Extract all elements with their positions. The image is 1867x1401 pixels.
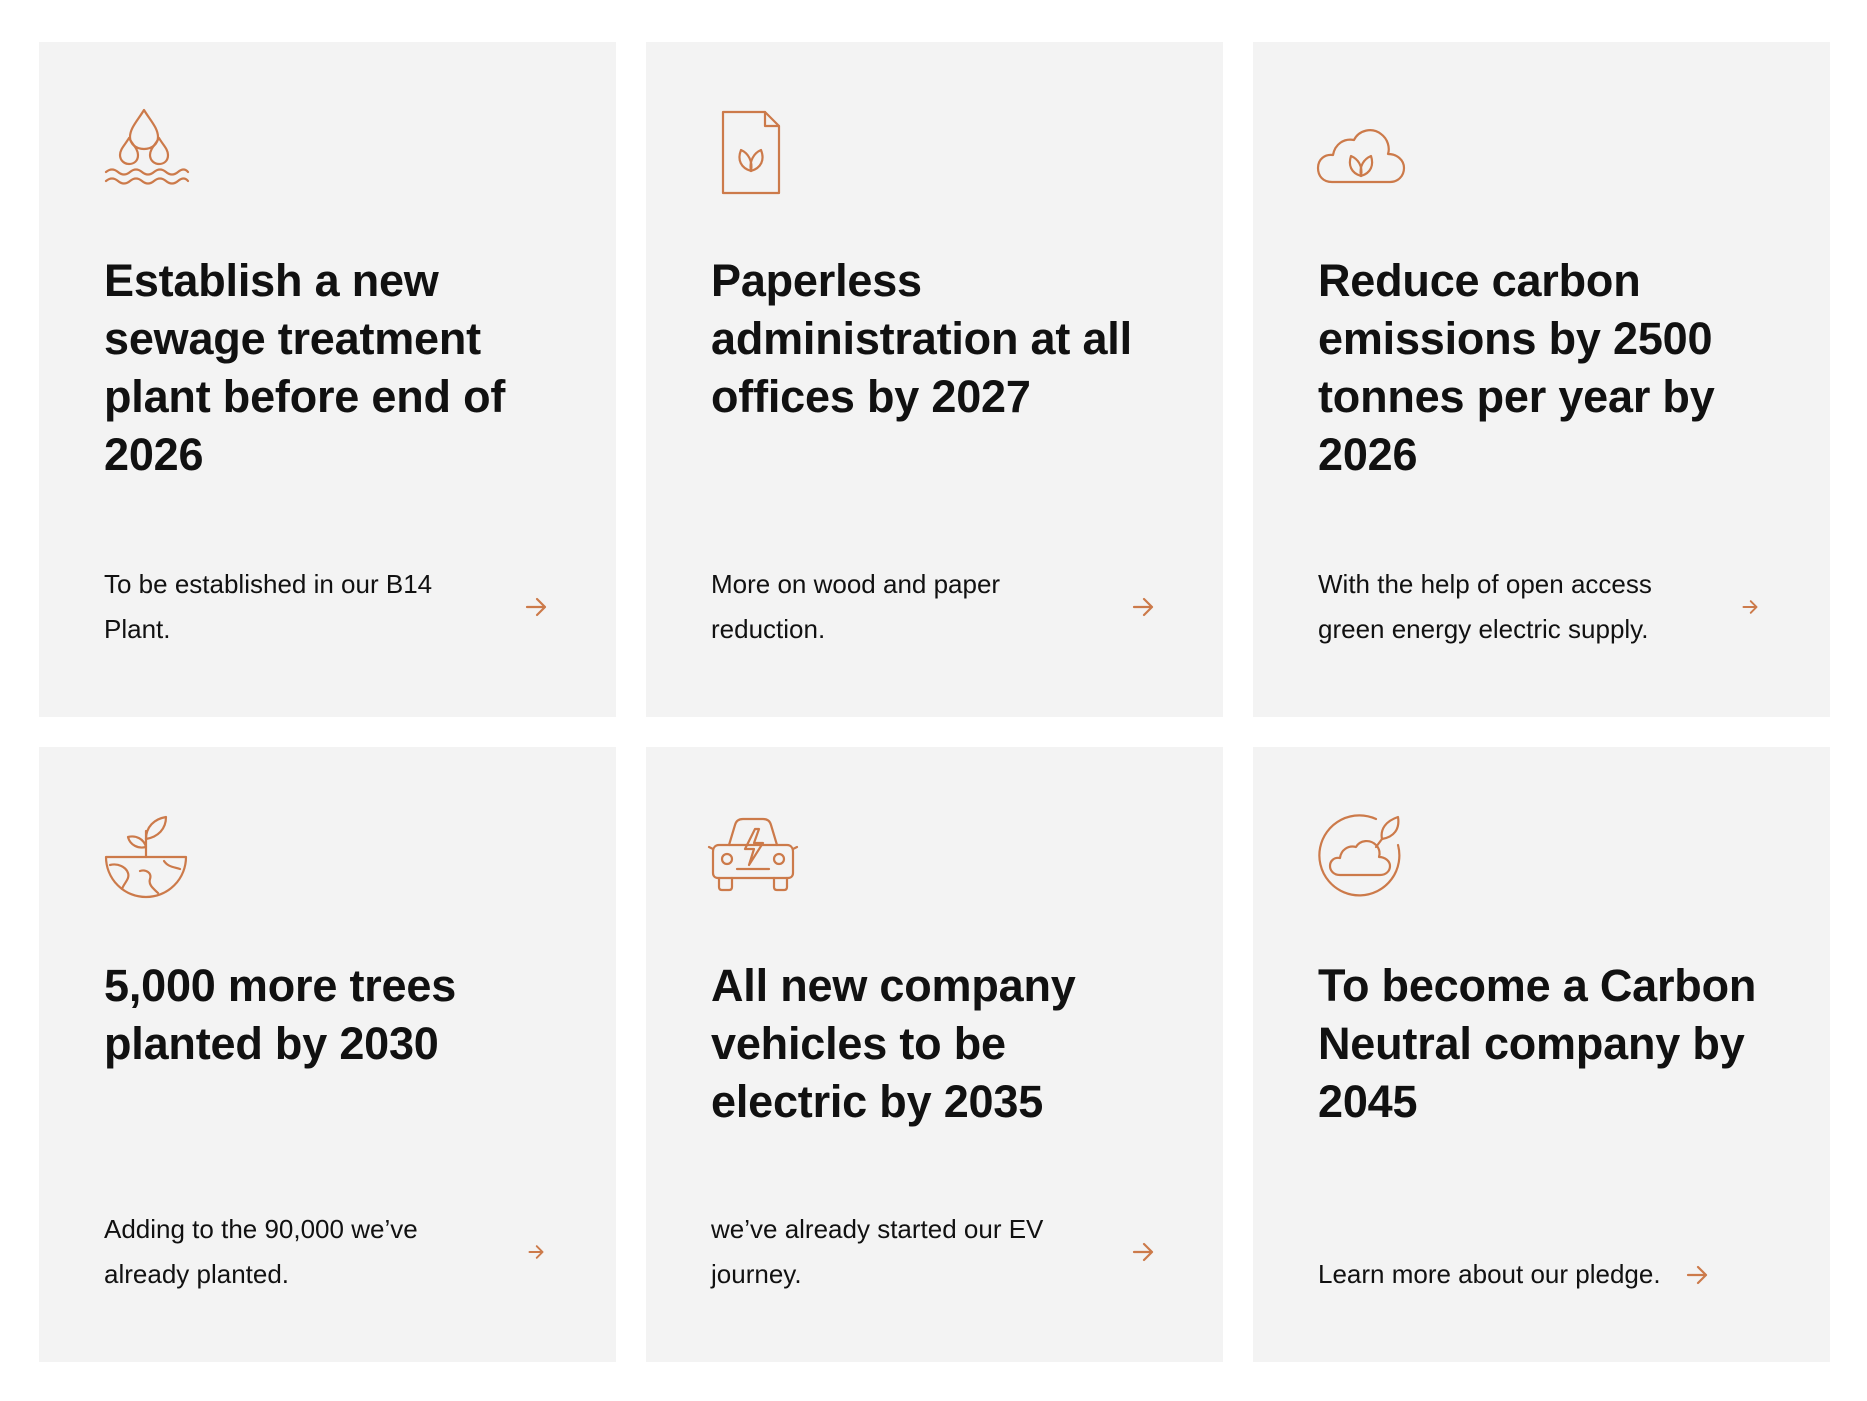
card-title: To become a Carbon Neutral company by 20… [1318, 960, 1757, 1127]
pledge-card-carbon-neutral: To become a Carbon Neutral company by 20… [1253, 747, 1830, 1362]
card-description: More on wood and paper reduction. [711, 569, 1001, 644]
card-arrow-link[interactable] [1732, 589, 1768, 625]
arrow-right-icon [528, 1245, 544, 1259]
water-drops-icon [100, 104, 192, 196]
card-footer: More on wood and paper reduction. [711, 562, 1161, 652]
card-footer: Adding to the 90,000 we’ve already plant… [104, 1207, 554, 1297]
card-description: Learn more about our pledge. [1318, 1259, 1661, 1289]
arrow-right-icon [1686, 1265, 1707, 1284]
card-title: Establish a new sewage treatment plant b… [104, 255, 506, 480]
card-description: we’ve already started our EV journey. [711, 1214, 1044, 1289]
card-title: All new company vehicles to be electric … [711, 960, 1076, 1127]
arrow-right-icon [1132, 597, 1154, 617]
card-footer: To be established in our B14 Plant. [104, 562, 554, 652]
pledge-card-electric-vehicles: All new company vehicles to be electric … [646, 747, 1223, 1362]
green-cloud-icon [1314, 104, 1406, 196]
card-description: To be established in our B14 Plant. [104, 569, 433, 644]
card-footer: Learn more about our pledge. [1318, 1252, 1768, 1297]
pledge-card-paperless: Paperless administration at all offices … [646, 42, 1223, 717]
card-title: 5,000 more trees planted by 2030 [104, 960, 457, 1069]
earth-sprout-icon [100, 809, 192, 901]
pledge-cards-grid: Establish a new sewage treatment plant b… [39, 42, 1830, 1362]
arrow-right-icon [525, 597, 547, 617]
card-arrow-link[interactable] [1125, 1234, 1161, 1270]
card-footer: we’ve already started our EV journey. [711, 1207, 1161, 1297]
pledge-card-carbon-emissions: Reduce carbon emissions by 2500 tonnes p… [1253, 42, 1830, 717]
card-arrow-link[interactable] [518, 589, 554, 625]
card-arrow-link[interactable] [1125, 589, 1161, 625]
card-title: Reduce carbon emissions by 2500 tonnes p… [1318, 255, 1715, 480]
paperless-document-icon [707, 104, 799, 196]
card-arrow-link[interactable] [518, 1234, 554, 1270]
carbon-neutral-icon [1314, 809, 1406, 901]
card-description: Adding to the 90,000 we’ve already plant… [104, 1214, 418, 1289]
electric-car-icon [707, 809, 799, 901]
pledge-card-trees: 5,000 more trees planted by 2030 Adding … [39, 747, 616, 1362]
arrow-right-icon [1132, 1242, 1154, 1262]
card-title: Paperless administration at all offices … [711, 255, 1132, 422]
card-footer: With the help of open access green energ… [1318, 562, 1768, 652]
card-description: With the help of open access green energ… [1318, 569, 1652, 644]
pledge-card-sewage: Establish a new sewage treatment plant b… [39, 42, 616, 717]
card-arrow-link[interactable] [1679, 1257, 1715, 1293]
arrow-right-icon [1742, 600, 1758, 614]
